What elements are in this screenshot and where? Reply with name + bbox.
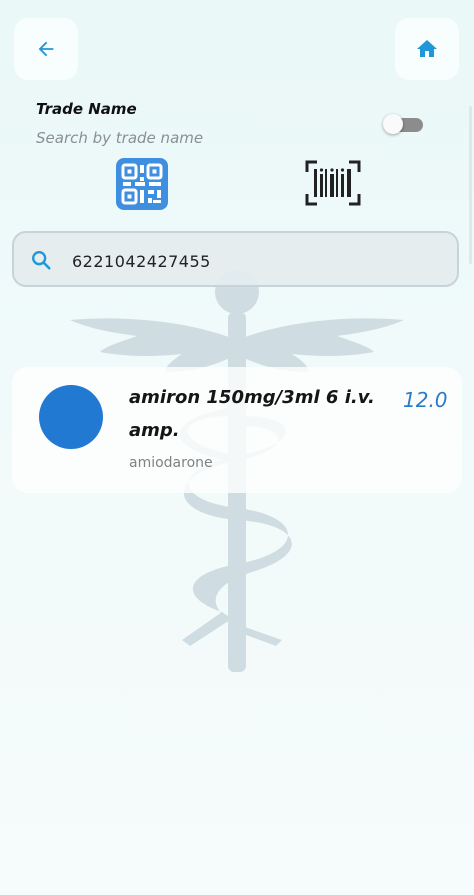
qr-scan-button[interactable] <box>116 158 168 210</box>
scrollbar[interactable] <box>469 106 472 264</box>
list-item[interactable]: amiron 150mg/3ml 6 i.v. amp. 12.0 amioda… <box>12 367 462 493</box>
home-button[interactable] <box>395 18 459 80</box>
drug-avatar <box>39 385 103 449</box>
arrow-left-icon <box>38 41 54 57</box>
drug-generic-name: amiodarone <box>129 455 213 471</box>
barcode-scan-icon <box>305 160 361 206</box>
drug-price: 12.0 <box>403 388 448 412</box>
filter-title: Trade Name <box>36 100 137 118</box>
trade-name-toggle[interactable] <box>383 114 423 134</box>
toggle-knob <box>383 114 403 134</box>
back-button[interactable] <box>14 18 78 80</box>
search-input[interactable] <box>70 243 444 279</box>
drug-name: amiron 150mg/3ml 6 i.v. amp. <box>129 387 375 441</box>
search-bar <box>12 231 459 287</box>
qr-code-icon <box>116 158 168 210</box>
filter-subtitle: Search by trade name <box>36 129 204 147</box>
barcode-scan-button[interactable] <box>305 160 361 206</box>
home-icon <box>417 40 437 57</box>
search-icon[interactable] <box>30 249 52 271</box>
